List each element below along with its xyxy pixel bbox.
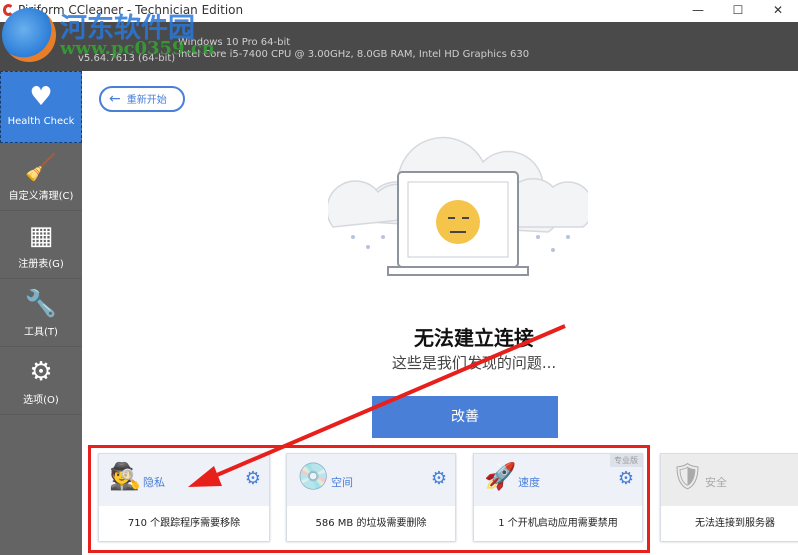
card-title: 空间: [331, 476, 353, 489]
sad-face-icon: [436, 200, 480, 244]
card-speed[interactable]: 专业版 🚀 速度 ⚙ 1 个开机启动应用需要禁用: [473, 453, 643, 541]
card-description: 586 MB 的垃圾需要删除: [287, 506, 455, 541]
minimize-button[interactable]: —: [678, 0, 718, 22]
sidebar: ♥ Health Check 🧹 自定义清理(C) ▦ 注册表(G) 🔧 工具(T) ⚙…: [0, 71, 82, 555]
sidebar-item-label: Health Check: [7, 116, 75, 127]
watermark-logo-icon: [2, 8, 56, 62]
maximize-button[interactable]: ☐: [718, 0, 758, 22]
close-button[interactable]: ✕: [758, 0, 798, 22]
pro-badge: 专业版: [610, 454, 642, 467]
sidebar-item-registry[interactable]: ▦ 注册表(G): [0, 211, 82, 279]
heart-check-icon: ♥: [29, 82, 53, 112]
sidebar-item-label: 自定义清理(C): [8, 191, 74, 202]
hardware-info: Intel Core i5-7400 CPU @ 3.00GHz, 8.0GB …: [178, 49, 530, 60]
shield-icon: 🛡: [671, 462, 705, 492]
sidebar-item-health-check[interactable]: ♥ Health Check: [0, 71, 82, 143]
gear-icon[interactable]: ⚙: [245, 468, 261, 489]
offline-illustration: [328, 136, 588, 276]
card-security[interactable]: 🛡 安全 无法连接到服务器: [660, 453, 798, 541]
arrow-left-icon: ←: [109, 91, 121, 107]
card-description: 710 个跟踪程序需要移除: [99, 506, 269, 541]
rocket-icon: 🚀: [484, 462, 517, 492]
card-description: 无法连接到服务器: [661, 506, 798, 541]
watermark-url: www.pc0359.cn: [60, 38, 215, 59]
card-title: 速度: [518, 476, 540, 489]
page-subtitle: 这些是我们发现的问题...: [391, 354, 557, 372]
card-privacy[interactable]: 🕵 隐私 ⚙ 710 个跟踪程序需要移除: [98, 453, 270, 541]
gear-icon[interactable]: ⚙: [618, 468, 634, 489]
sidebar-item-custom-clean[interactable]: 🧹 自定义清理(C): [0, 143, 82, 211]
spy-icon: 🕵: [109, 462, 142, 492]
page-title: 无法建立连接: [414, 326, 534, 350]
wrench-icon: 🔧: [24, 289, 58, 319]
card-description: 1 个开机启动应用需要禁用: [474, 506, 642, 541]
disk-icon: 💿: [297, 462, 330, 492]
restart-label: 重新开始: [126, 95, 167, 106]
card-space[interactable]: 💿 空间 ⚙ 586 MB 的垃圾需要删除: [286, 453, 456, 541]
grid-icon: ▦: [28, 221, 54, 251]
improve-button[interactable]: 改善: [372, 396, 558, 438]
card-title: 安全: [705, 476, 727, 489]
broom-icon: 🧹: [24, 153, 58, 183]
sidebar-item-label: 注册表(G): [18, 259, 64, 270]
card-title: 隐私: [143, 476, 165, 489]
restart-button[interactable]: ← 重新开始: [99, 86, 185, 112]
gear-icon[interactable]: ⚙: [431, 468, 447, 489]
sidebar-item-label: 选项(O): [23, 395, 59, 406]
